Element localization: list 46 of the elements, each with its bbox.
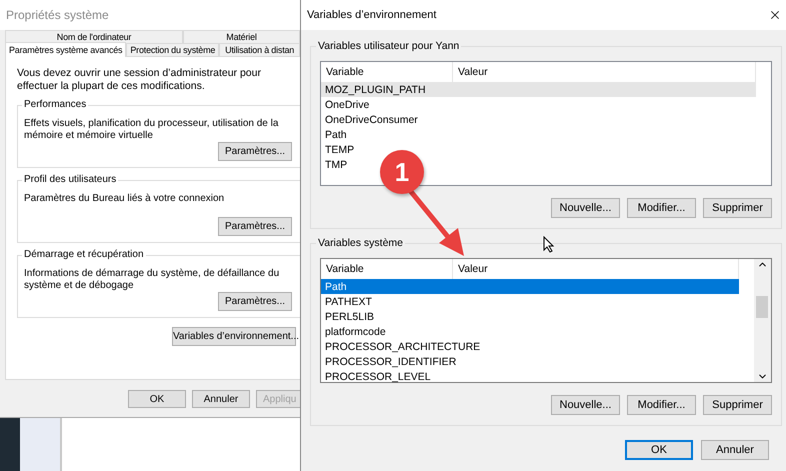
dialog-button[interactable]: Annuler — [192, 390, 250, 408]
close-icon[interactable] — [768, 8, 782, 22]
scroll-thumb[interactable] — [756, 296, 768, 318]
group-title: Variables utilisateur pour Yann — [316, 40, 462, 52]
variable-button[interactable]: Modifier... — [627, 198, 696, 218]
group-description: Effets visuels, planification du processeur, utilisation de la mémoire et mémoire virtuelle — [24, 118, 280, 142]
variable-button[interactable]: Nouvelle... — [551, 395, 620, 415]
variable-row[interactable]: OneDriveConsumer — [321, 112, 756, 127]
variable-row[interactable]: platformcode — [321, 324, 739, 339]
settings-button[interactable]: Paramètres... — [218, 142, 292, 161]
cursor-icon — [543, 236, 555, 253]
variable-row[interactable]: PERL5LIB — [321, 309, 739, 324]
window-title: Variables d’environnement — [307, 9, 436, 21]
variable-button[interactable]: Modifier... — [627, 395, 696, 415]
variable-row[interactable]: OneDrive — [321, 97, 756, 112]
variable-row[interactable]: PROCESSOR_ARCHITECTURE — [321, 339, 739, 354]
notice-text: Vous devez ouvrir une session d’administrateur pour effectuer la plupart de ces modifications. — [17, 67, 262, 93]
variable-row[interactable]: PROCESSOR_LEVEL — [321, 369, 739, 382]
dialog-button[interactable]: Annuler — [701, 440, 769, 460]
variable-list[interactable]: Variable Valeur Path PATHEXT PERL5LIB platformcode PROCESSOR_ARCHITECTURE PROCESSOR_IDENTIFIER PROCESSOR_LEVEL — [320, 258, 772, 383]
variable-row[interactable]: PATHEXT — [321, 294, 739, 309]
group-title: Profil des utilisateurs — [22, 174, 118, 185]
settings-button[interactable]: Paramètres... — [218, 292, 292, 311]
tab[interactable]: Paramètres système avancés — [5, 42, 126, 57]
window-title: Propriétés système — [0, 0, 300, 30]
dialog-button[interactable]: OK — [128, 390, 186, 408]
variable-row[interactable]: Path — [321, 127, 756, 142]
variable-row[interactable]: Path — [321, 279, 739, 294]
group-title: Performances — [22, 99, 88, 110]
scrollbar[interactable] — [754, 259, 771, 382]
dialog-button[interactable]: OK — [625, 440, 693, 460]
variable-row[interactable]: MOZ_PLUGIN_PATH — [321, 82, 756, 97]
tab[interactable]: Protection du système — [126, 43, 220, 56]
tab[interactable]: Nom de l'ordinateur — [5, 30, 183, 43]
tab[interactable]: Utilisation à distan — [219, 43, 300, 56]
group-description: Paramètres du Bureau liés à votre connexion — [24, 193, 226, 206]
variable-button[interactable]: Nouvelle... — [551, 198, 620, 218]
variable-button[interactable]: Supprimer — [703, 395, 772, 415]
environment-variables-button[interactable]: Variables d’environnement... — [172, 327, 296, 346]
group-title: Variables système — [316, 237, 406, 249]
tab[interactable]: Matériel — [183, 30, 300, 43]
variable-button[interactable]: Supprimer — [703, 198, 772, 218]
group-title: Démarrage et récupération — [22, 249, 146, 260]
variable-row[interactable]: PROCESSOR_IDENTIFIER — [321, 354, 739, 369]
settings-button[interactable]: Paramètres... — [218, 217, 292, 236]
group-description: Informations de démarrage du système, de défaillance du système et de débogage — [24, 268, 280, 292]
